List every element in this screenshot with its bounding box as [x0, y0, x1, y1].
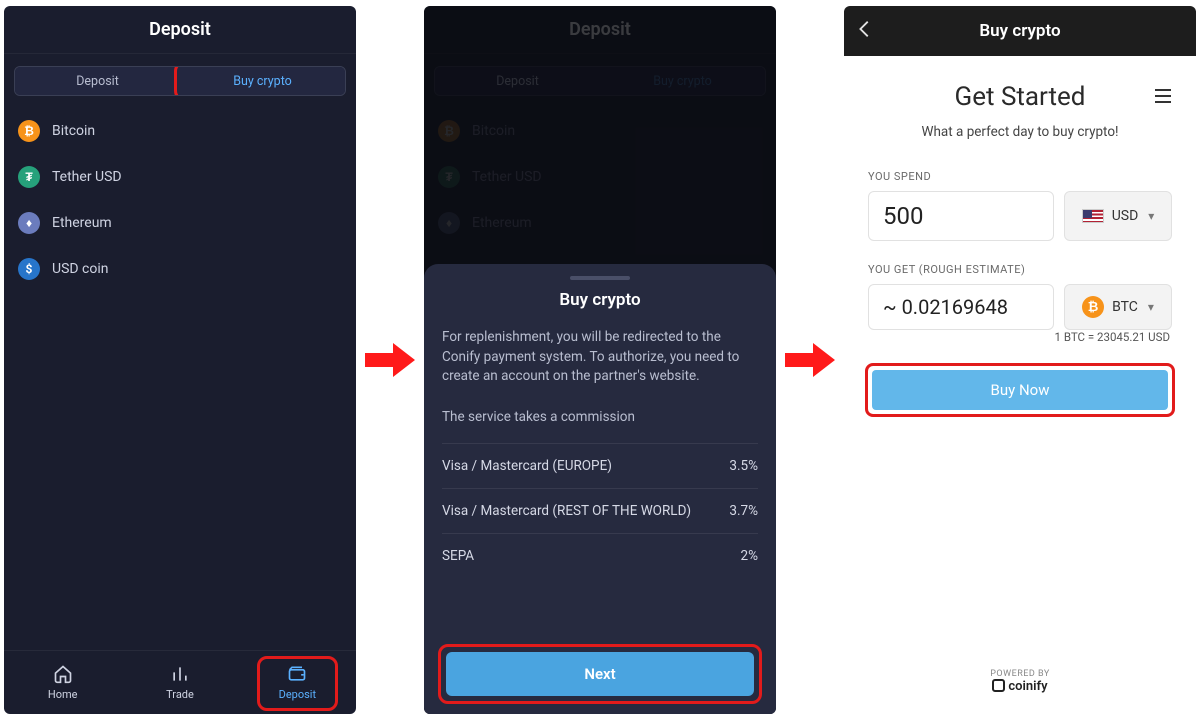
coinify-logo: coinify [868, 679, 1172, 694]
list-item[interactable]: ♦ Ethereum [18, 200, 342, 246]
bottom-nav: Home Trade Deposit [4, 650, 356, 714]
page-header: Buy crypto [844, 6, 1196, 56]
buy-crypto-sheet: Buy crypto For replenishment, you will b… [424, 264, 776, 714]
fee-value: 2% [741, 548, 758, 564]
screen-deposit: Deposit Deposit Buy crypto ₿ Bitcoin ₮ T… [4, 6, 356, 714]
get-label: YOU GET (ROUGH ESTIMATE) [868, 263, 1172, 276]
exchange-rate: 1 BTC = 23045.21 USD [868, 330, 1170, 344]
tab-buy-crypto-wrap: Buy crypto [180, 67, 345, 95]
commission-note: The service takes a commission [442, 409, 758, 425]
fee-label: Visa / Mastercard (REST OF THE WORLD) [442, 503, 691, 519]
page-title: Buy crypto [979, 21, 1060, 41]
spend-amount-input[interactable]: 500 [868, 191, 1054, 241]
tether-icon: ₮ [18, 166, 40, 188]
us-flag-icon [1082, 209, 1104, 223]
nav-deposit[interactable]: Deposit [239, 651, 356, 714]
coin-name: Tether USD [52, 169, 122, 185]
get-currency-select[interactable]: ₿ BTC ▾ [1064, 284, 1172, 330]
fee-label: Visa / Mastercard (EUROPE) [442, 458, 612, 474]
coinify-body: Get Started What a perfect day to buy cr… [844, 56, 1196, 714]
currency-code: BTC [1112, 299, 1138, 315]
spend-currency-select[interactable]: USD ▾ [1064, 191, 1172, 241]
usdcoin-icon: $ [18, 258, 40, 280]
currency-code: USD [1112, 208, 1139, 224]
get-started-title: Get Started [955, 82, 1086, 112]
menu-icon [1154, 89, 1172, 103]
fee-value: 3.7% [729, 503, 758, 519]
fee-row: Visa / Mastercard (EUROPE) 3.5% [442, 443, 758, 488]
bars-icon [169, 664, 191, 684]
coin-name: Ethereum [52, 215, 112, 231]
sheet-title: Buy crypto [442, 290, 758, 310]
list-item[interactable]: ₿ Bitcoin [18, 108, 342, 154]
list-item[interactable]: $ USD coin [18, 246, 342, 292]
bitcoin-icon: ₿ [1082, 296, 1104, 318]
bitcoin-icon: ₿ [18, 120, 40, 142]
tab-buy-crypto[interactable]: Buy crypto [180, 67, 345, 95]
nav-label: Trade [166, 688, 194, 701]
buy-now-wrap: Buy Now [868, 366, 1172, 414]
tab-bar: Deposit Buy crypto [14, 66, 346, 96]
next-button[interactable]: Next [446, 652, 754, 696]
page-title: Deposit [4, 6, 356, 54]
sheet-handle[interactable] [570, 276, 630, 280]
subtitle: What a perfect day to buy crypto! [868, 124, 1172, 140]
spend-label: YOU SPEND [868, 170, 1172, 183]
coin-list: ₿ Bitcoin ₮ Tether USD ♦ Ethereum $ USD … [4, 104, 356, 296]
nav-label: Deposit [279, 688, 316, 701]
buy-now-button[interactable]: Buy Now [872, 370, 1168, 410]
chevron-down-icon: ▾ [1148, 300, 1154, 314]
powered-label: POWERED BY [868, 669, 1172, 679]
chevron-down-icon: ▾ [1148, 209, 1154, 223]
tab-deposit[interactable]: Deposit [15, 67, 180, 95]
ethereum-icon: ♦ [18, 212, 40, 234]
home-icon [52, 664, 74, 684]
arrow-right-icon [784, 340, 836, 380]
back-button[interactable] [854, 18, 876, 45]
menu-button[interactable] [1154, 88, 1172, 107]
logo-mark-icon [992, 679, 1005, 692]
powered-by: POWERED BY coinify [868, 669, 1172, 704]
nav-trade[interactable]: Trade [121, 651, 238, 714]
fee-row: Visa / Mastercard (REST OF THE WORLD) 3.… [442, 488, 758, 533]
screen-buy-crypto-sheet: Deposit Deposit Buy crypto ₿ Bitcoin ₮ T… [424, 6, 776, 714]
nav-label: Home [48, 688, 78, 701]
sheet-description: For replenishment, you will be redirecte… [442, 328, 758, 387]
next-button-wrap: Next [442, 648, 758, 700]
coin-name: USD coin [52, 261, 109, 277]
fee-value: 3.5% [729, 458, 758, 474]
list-item[interactable]: ₮ Tether USD [18, 154, 342, 200]
arrow-left-icon [854, 18, 876, 40]
wallet-icon [286, 664, 308, 684]
screen-coinify: Buy crypto Get Started What a perfect da… [844, 6, 1196, 714]
get-amount-output: ~ 0.02169648 [868, 284, 1054, 330]
coin-name: Bitcoin [52, 123, 95, 139]
nav-home[interactable]: Home [4, 651, 121, 714]
fee-label: SEPA [442, 548, 474, 564]
arrow-right-icon [364, 340, 416, 380]
fee-row: SEPA 2% [442, 533, 758, 578]
